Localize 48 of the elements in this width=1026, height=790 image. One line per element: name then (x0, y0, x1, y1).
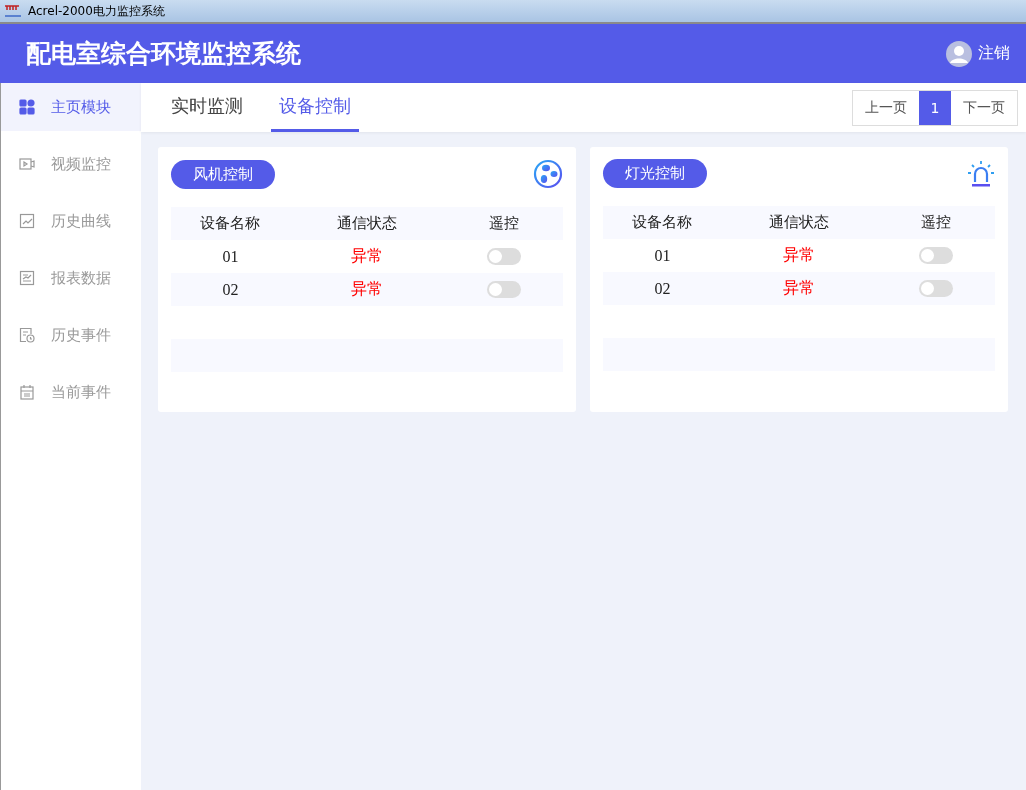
sidebar-item[interactable]: 视频监控 (1, 140, 141, 188)
toggle-switch[interactable] (486, 281, 521, 298)
page-number-button[interactable]: 1 (919, 90, 951, 125)
app-title: 配电室综合环境监控系统 (26, 38, 301, 70)
tab[interactable]: 设备控制 (271, 83, 359, 132)
device-name-cell-text: 01 (653, 246, 672, 265)
video-camera-icon (19, 156, 35, 172)
sidebar-item[interactable]: 报表数据 (1, 254, 141, 302)
status-cell-text: 异常 (350, 246, 384, 266)
window-title: Acrel-2000电力监控系统 (28, 2, 165, 20)
report-icon (19, 270, 35, 286)
sidebar-item[interactable]: 主页模块 (1, 83, 141, 131)
sidebar-item[interactable]: 历史事件 (1, 311, 141, 359)
sidebar-label: 视频监控 (51, 154, 111, 174)
sidebar-item[interactable]: 历史曲线 (1, 197, 141, 245)
panel-title: 风机控制 (171, 159, 275, 189)
column-header: 通信状态 (768, 213, 830, 232)
status-cell-text: 异常 (782, 278, 816, 298)
sidebar-label: 报表数据 (51, 268, 111, 288)
column-header: 遥控 (919, 213, 952, 232)
device-name-cell-text: 02 (653, 279, 672, 298)
sidebar-item[interactable]: 当前事件 (1, 368, 141, 416)
fan-icon (533, 159, 563, 189)
status-cell-text: 异常 (782, 245, 816, 265)
column-header: 设备名称 (199, 214, 262, 233)
device-name-cell-text: 01 (221, 247, 240, 266)
sidebar-label: 历史曲线 (51, 211, 111, 231)
avatar-icon (946, 40, 972, 67)
logout-link[interactable]: 注销 (978, 43, 1010, 64)
column-header: 通信状态 (336, 214, 398, 233)
grid-icon (19, 99, 35, 115)
sidebar-label: 历史事件 (51, 325, 111, 345)
sidebar-label: 当前事件 (51, 382, 111, 402)
toggle-switch[interactable] (918, 280, 953, 297)
device-name-cell-text: 02 (221, 280, 240, 299)
history-icon (19, 327, 35, 343)
toggle-switch[interactable] (918, 247, 953, 264)
chart-icon (19, 213, 35, 229)
status-cell-text: 异常 (350, 279, 384, 299)
panel-title: 灯光控制 (603, 159, 707, 188)
app-icon (4, 5, 22, 17)
sidebar-label: 主页模块 (51, 97, 111, 117)
tab[interactable]: 实时监测 (163, 83, 251, 132)
column-header: 设备名称 (631, 213, 694, 232)
alarm-light-icon (967, 159, 995, 188)
toggle-switch[interactable] (486, 248, 521, 265)
calendar-icon (19, 384, 35, 400)
column-header: 遥控 (487, 214, 520, 233)
